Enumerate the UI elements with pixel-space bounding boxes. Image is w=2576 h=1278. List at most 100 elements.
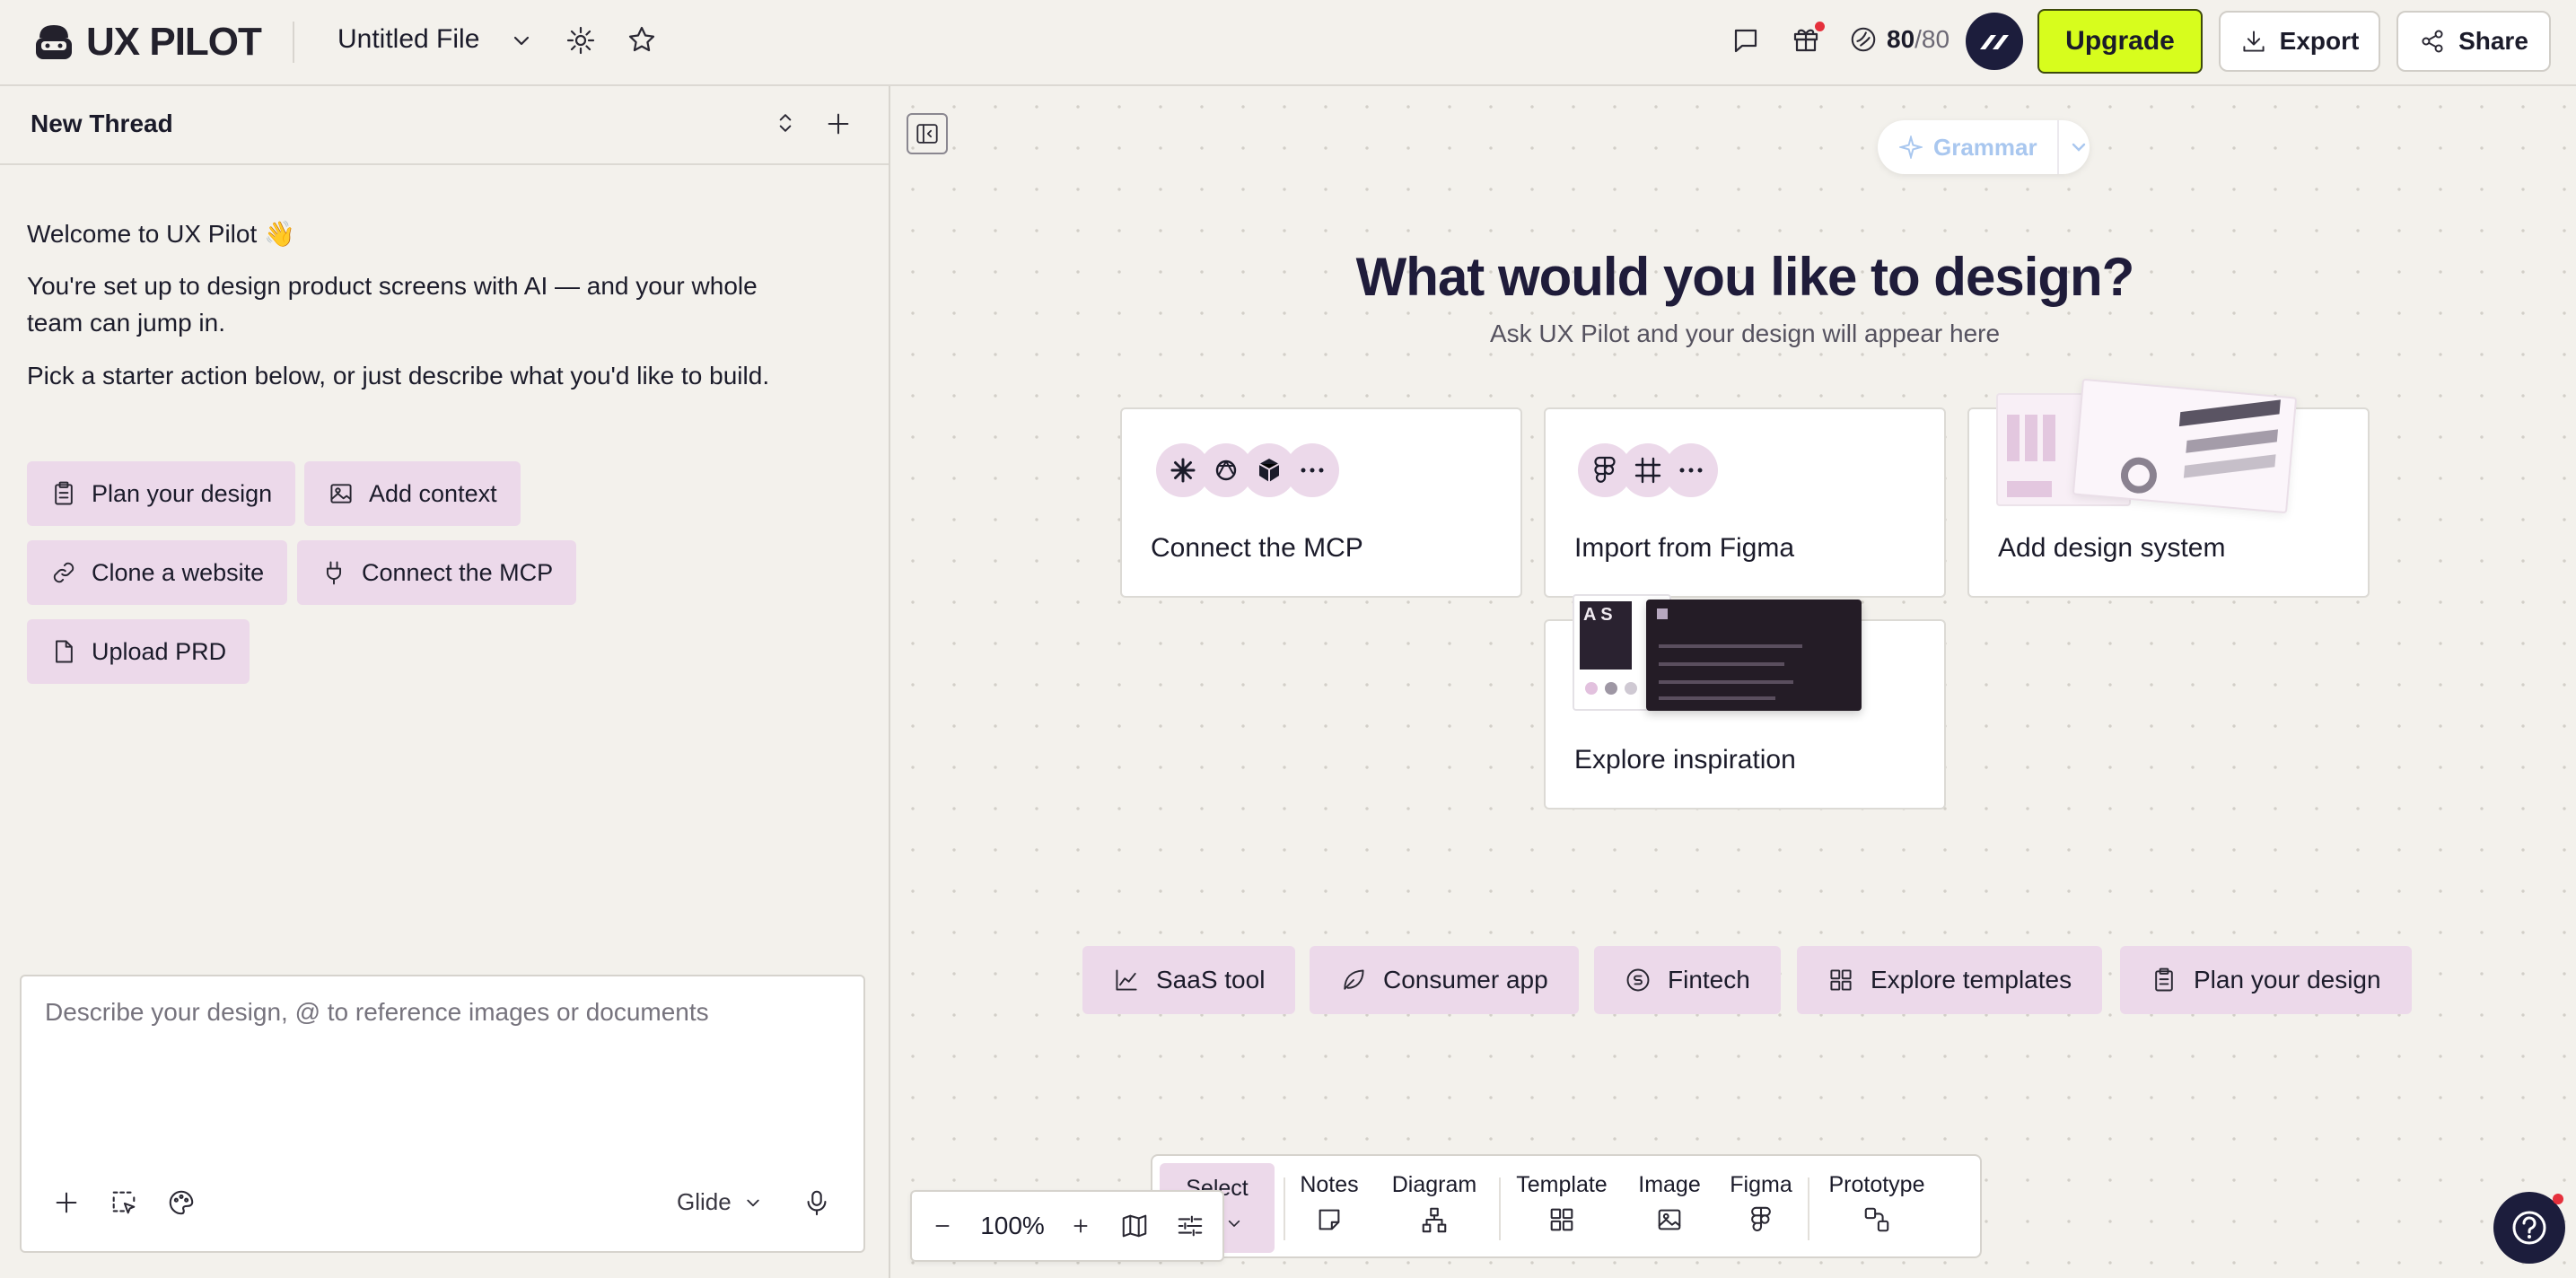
chevron-down-icon[interactable] <box>506 25 537 56</box>
diagram-tool[interactable]: Diagram <box>1388 1172 1481 1234</box>
clone-website-button[interactable]: Clone a website <box>27 540 288 605</box>
coin-icon <box>1626 968 1650 992</box>
grid-icon <box>1830 969 1852 991</box>
file-name[interactable]: Untitled File <box>337 24 479 55</box>
gear-icon[interactable] <box>565 25 596 56</box>
prototype-label: Prototype <box>1828 1172 1925 1197</box>
canvas-subline: Ask UX Pilot and your design will appear… <box>1489 320 2001 347</box>
palette-icon[interactable] <box>167 1188 196 1217</box>
file-icon <box>56 640 73 663</box>
chevron-updown-icon[interactable] <box>772 109 799 136</box>
help-button[interactable] <box>2493 1192 2565 1264</box>
share-icon <box>2422 30 2443 53</box>
diagram-label: Diagram <box>1391 1172 1477 1197</box>
prototype-tool[interactable]: Prototype <box>1818 1172 1935 1234</box>
card-title: Connect the MCP <box>1151 533 1363 563</box>
plan-your-design-button[interactable]: Plan your design <box>27 461 296 526</box>
import-figma-card[interactable]: Import from Figma <box>1544 407 1946 598</box>
pill-label: SaaS tool <box>1156 966 1266 994</box>
collapse-panel-button[interactable] <box>907 113 948 154</box>
avatar-glyph-icon <box>1980 35 2009 49</box>
comment-icon[interactable] <box>1730 25 1761 56</box>
select-region-icon[interactable] <box>110 1188 138 1217</box>
pill-label: Explore templates <box>1871 966 2072 994</box>
grammar-pill[interactable]: Grammar <box>1878 120 2090 174</box>
plan-design-pill[interactable]: Plan your design <box>2120 946 2412 1014</box>
chip-label: Clone a website <box>92 558 265 586</box>
grammar-label: Grammar <box>1933 133 2037 161</box>
microphone-icon[interactable] <box>802 1188 831 1217</box>
share-label: Share <box>2458 27 2528 55</box>
explore-inspiration-card[interactable]: A S Explore inspiration <box>1544 594 1946 810</box>
zoom-in-icon[interactable] <box>1068 1213 1093 1239</box>
thread-header: New Thread <box>0 86 889 165</box>
clipboard-icon <box>2155 967 2173 992</box>
plus-icon[interactable] <box>52 1188 81 1217</box>
star-icon[interactable] <box>626 24 657 55</box>
plus-icon[interactable] <box>824 109 853 138</box>
composer[interactable]: Describe your design, @ to reference ima… <box>20 975 865 1253</box>
design-system-preview <box>1996 378 2298 514</box>
credits-total: /80 <box>1914 25 1950 53</box>
upgrade-button[interactable]: Upgrade <box>2037 9 2203 74</box>
panel-collapse-icon <box>916 124 938 144</box>
image-tool[interactable]: Image <box>1632 1172 1707 1234</box>
export-label: Export <box>2279 27 2360 55</box>
share-button[interactable]: Share <box>2396 11 2551 72</box>
pill-label: Plan your design <box>2194 966 2381 994</box>
zoom-level[interactable]: 100% <box>975 1212 1050 1240</box>
chevron-down-icon <box>747 1199 759 1206</box>
template-tool[interactable]: Template <box>1510 1172 1614 1234</box>
fintech-button[interactable]: Fintech <box>1594 946 1781 1014</box>
saas-tool-button[interactable]: SaaS tool <box>1082 946 1296 1014</box>
card-title: Import from Figma <box>1574 533 1795 563</box>
sliders-icon[interactable] <box>1176 1212 1205 1240</box>
help-icon <box>2512 1211 2546 1245</box>
welcome-heading: Welcome to UX Pilot 👋 <box>27 220 295 248</box>
prototype-icon <box>1864 1207 1889 1232</box>
top-bar: UX PILOT Untitled File 80/80 Upgrade Exp… <box>0 0 2576 86</box>
avatar[interactable] <box>1966 13 2023 70</box>
upload-prd-button[interactable]: Upload PRD <box>27 619 250 684</box>
figma-tool[interactable]: Figma <box>1725 1172 1797 1234</box>
template-grid-icon <box>1550 1208 1573 1231</box>
model-selector[interactable]: Glide <box>677 1188 766 1216</box>
connect-mcp-button[interactable]: Connect the MCP <box>297 540 577 605</box>
add-design-system-card[interactable]: Add design system <box>1967 378 2370 598</box>
gift-button[interactable] <box>1791 22 1825 56</box>
credits-counter[interactable]: 80/80 <box>1849 25 1950 54</box>
more-icon <box>1285 443 1339 497</box>
thread-title[interactable]: New Thread <box>31 109 173 138</box>
logo[interactable]: UX PILOT <box>32 20 262 65</box>
line-chart-icon <box>1116 969 1137 991</box>
notification-dot <box>2553 1194 2563 1204</box>
explore-templates-button[interactable]: Explore templates <box>1797 946 2103 1014</box>
design-canvas[interactable]: Grammar What would you like to design? A… <box>892 86 2576 1278</box>
credits-icon <box>1851 27 1876 52</box>
welcome-line-2: Pick a starter action below, or just des… <box>27 362 770 390</box>
consumer-app-button[interactable]: Consumer app <box>1310 946 1579 1014</box>
card-title: Explore inspiration <box>1574 745 1796 775</box>
template-label: Template <box>1516 1172 1608 1197</box>
model-label: Glide <box>677 1188 732 1215</box>
zoom-out-icon[interactable] <box>930 1213 955 1239</box>
notification-dot <box>1815 22 1825 31</box>
add-context-button[interactable]: Add context <box>304 461 521 526</box>
card-title: Add design system <box>1998 533 2226 563</box>
composer-placeholder[interactable]: Describe your design, @ to reference ima… <box>45 998 709 1027</box>
more-icon <box>1664 443 1718 497</box>
chip-label: Upload PRD <box>92 637 227 665</box>
sparkle-icon <box>1899 136 1923 159</box>
sticky-note-icon <box>1319 1209 1340 1230</box>
connect-mcp-card[interactable]: Connect the MCP <box>1120 407 1522 598</box>
link-icon <box>53 562 74 583</box>
chip-label: Plan your design <box>92 479 273 507</box>
chip-label: Connect the MCP <box>362 558 554 586</box>
canvas-headline: What would you like to design? <box>1355 247 2135 307</box>
toolbar-divider <box>1808 1177 1809 1240</box>
inspiration-preview: A S <box>1573 594 1869 720</box>
chevron-down-icon[interactable] <box>2068 136 2090 158</box>
export-button[interactable]: Export <box>2219 11 2380 72</box>
map-icon[interactable] <box>1120 1212 1149 1240</box>
notes-tool[interactable]: Notes <box>1296 1172 1362 1234</box>
